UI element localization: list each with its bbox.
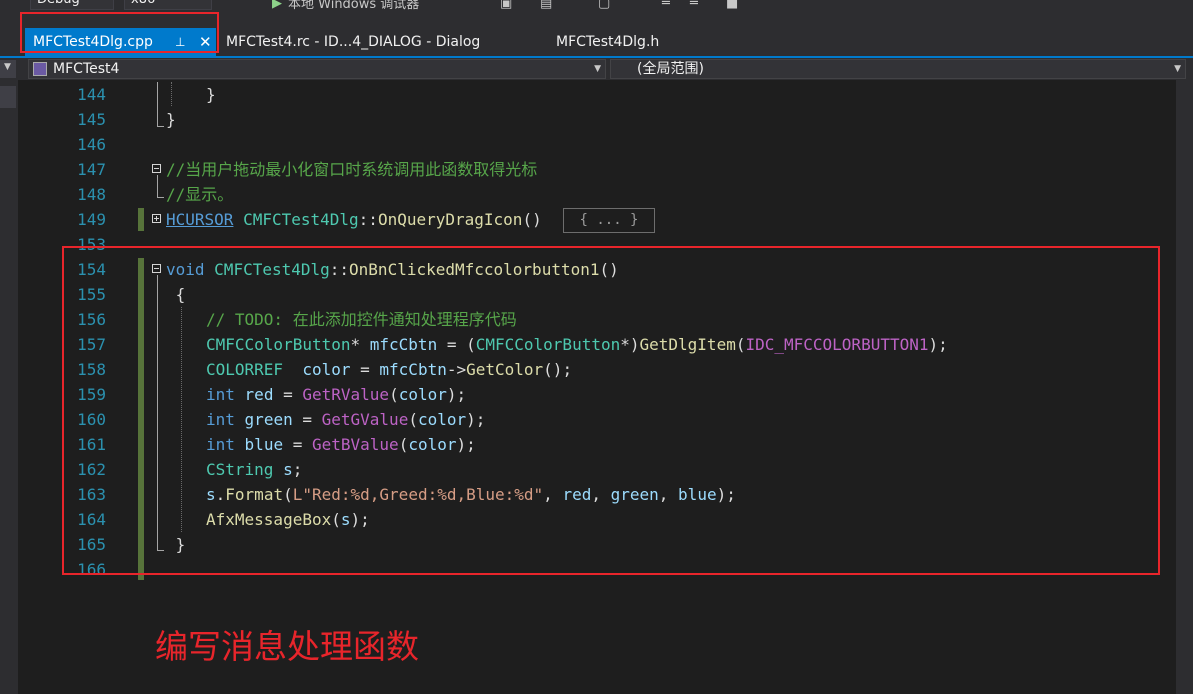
line-number: 147 bbox=[77, 160, 106, 179]
outline-bracket bbox=[157, 82, 164, 127]
code-line-147: //当用户拖动最小化窗口时系统调用此函数取得光标 bbox=[166, 160, 538, 179]
bookmark-icon[interactable]: ■ bbox=[726, 0, 738, 11]
line-number: 146 bbox=[77, 135, 106, 154]
line-number: 144 bbox=[77, 85, 106, 104]
tab-mfctest4-rc[interactable]: MFCTest4.rc - ID...4_DIALOG - Dialog bbox=[226, 28, 480, 56]
run-debugger-button[interactable]: 本地 Windows 调试器 bbox=[288, 0, 419, 12]
line-number: 148 bbox=[77, 185, 106, 204]
code-line-148: //显示。 bbox=[166, 185, 234, 204]
chevron-down-icon: ▼ bbox=[4, 62, 11, 72]
left-strip-tab[interactable] bbox=[0, 86, 16, 108]
code-line-144: } bbox=[206, 85, 216, 104]
chevron-down-icon: ▼ bbox=[594, 64, 601, 74]
toolbar-icon-2[interactable]: ▤ bbox=[540, 0, 552, 11]
project-icon bbox=[33, 62, 47, 76]
vertical-scrollbar[interactable] bbox=[1176, 80, 1193, 694]
highlight-box-code bbox=[62, 246, 1160, 575]
expand-icon[interactable] bbox=[152, 214, 161, 223]
highlight-box-tab bbox=[20, 12, 219, 53]
left-toolwindow-strip: ▼ bbox=[0, 58, 18, 694]
changed-lines-bar bbox=[138, 208, 144, 231]
configuration-dropdown[interactable]: Debug bbox=[30, 0, 114, 10]
outline-bracket bbox=[157, 175, 164, 198]
collapse-icon[interactable] bbox=[152, 164, 161, 173]
start-debug-icon[interactable]: ▶ bbox=[272, 0, 282, 11]
left-dropdown-button[interactable]: ▼ bbox=[0, 60, 16, 78]
toolbar-icon-5[interactable]: ═ bbox=[690, 0, 698, 11]
platform-dropdown[interactable]: x86 bbox=[124, 0, 212, 10]
line-number: 149 bbox=[77, 210, 106, 229]
toolbar-icon-1[interactable]: ▣ bbox=[500, 0, 512, 11]
collapsed-block[interactable]: { ... } bbox=[563, 208, 655, 233]
chevron-down-icon: ▼ bbox=[1174, 64, 1181, 74]
annotation-text: 编写消息处理函数 bbox=[155, 627, 419, 666]
code-line-145: } bbox=[166, 110, 176, 129]
code-line-149: HCURSOR CMFCTest4Dlg::OnQueryDragIcon() bbox=[166, 210, 542, 229]
scope-combo-label: (全局范围) bbox=[637, 61, 704, 77]
scope-combo[interactable]: (全局范围) ▼ bbox=[610, 59, 1186, 79]
line-number: 145 bbox=[77, 110, 106, 129]
project-combo[interactable]: MFCTest4 ▼ bbox=[28, 59, 606, 79]
navigation-bar: MFCTest4 ▼ (全局范围) ▼ bbox=[18, 58, 1193, 80]
tab-mfctest4dlg-h[interactable]: MFCTest4Dlg.h bbox=[556, 28, 659, 56]
toolbar-icon-3[interactable]: ▢ bbox=[598, 0, 610, 11]
indent-guide bbox=[171, 82, 172, 106]
toolbar-icon-4[interactable]: ═ bbox=[662, 0, 670, 11]
project-combo-label: MFCTest4 bbox=[53, 61, 120, 77]
